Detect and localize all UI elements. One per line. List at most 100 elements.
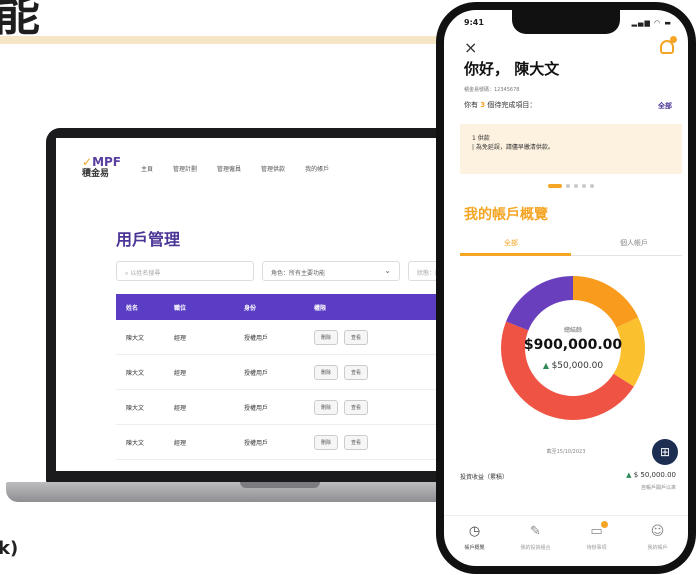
col-header-status[interactable]: 身份 [244, 303, 314, 312]
active-tab-indicator [460, 253, 571, 256]
bottom-nav-todo[interactable]: ▭ 待辦事項 [571, 521, 623, 566]
carousel-dot [574, 184, 578, 188]
cell-name: 陳大文 [126, 439, 145, 447]
bottom-nav-label: 我的帳戶 [647, 545, 668, 551]
cell-status: 授權用戶 [244, 334, 269, 342]
page-title: 用戶管理 [116, 230, 181, 249]
delete-button[interactable]: 刪除 [314, 399, 339, 415]
bottom-nav-label: 待辦事項 [586, 545, 607, 551]
balance-donut-chart: 總結餘 $900,000.00 ▲ $50,000.00 [498, 273, 648, 423]
table-row[interactable]: 陳大文 經理 授權用戶 刪除 查看 [116, 320, 466, 355]
returns-amount: $ 50,000.00 [633, 471, 676, 479]
view-button[interactable]: 查看 [344, 434, 369, 450]
search-input[interactable]: ⌕ 以姓名搜尋 [116, 261, 254, 281]
nav-link-home[interactable]: 主頁 [141, 164, 153, 173]
heading-underline [0, 36, 440, 44]
cell-role: 經理 [174, 404, 187, 412]
table-row[interactable]: 陳大文 經理 授權用戶 刪除 查看 [116, 425, 466, 460]
delete-button[interactable]: 刪除 [314, 364, 339, 380]
laptop-hinge [240, 482, 320, 488]
nav-link-employees[interactable]: 管理僱員 [217, 164, 241, 173]
document-icon: ▭ [590, 524, 603, 539]
cell-name: 陳大文 [126, 369, 145, 377]
cell-role: 經理 [174, 439, 187, 447]
logo-subtitle: 積金易 [82, 169, 110, 179]
total-balance: $900,000.00 [523, 337, 623, 353]
status-time: 9:41 [464, 18, 484, 27]
phone-notch [512, 10, 620, 34]
donut-slice-orange [573, 276, 639, 328]
pending-prefix: 你有 [464, 101, 478, 109]
up-arrow-icon: ▲ [626, 471, 634, 479]
greeting-title: 你好， 陳大文 [464, 60, 560, 78]
view-button[interactable]: 查看 [344, 364, 369, 380]
cell-status: 授權用戶 [244, 369, 269, 377]
view-button[interactable]: 查看 [344, 399, 369, 415]
phone-screen: 9:41 ▂▄▆ ◠ ▬ × 你好， 陳大文 積金易號碼：12345678 你有… [444, 10, 688, 566]
bottom-nav-portfolio[interactable]: ✎ 我的投資組合 [510, 524, 562, 566]
col-header-role[interactable]: 職位 [174, 303, 244, 312]
carousel-dot [590, 184, 594, 188]
role-filter-value: 角色：所有主要功能 [271, 270, 326, 277]
member-number: 積金易號碼：12345678 [464, 87, 520, 93]
clock-icon: ◷ [468, 524, 481, 539]
bottom-navigation: ◷ 帳戶概覽 ✎ 我的投資組合 ▭ 待辦事項 ☺ 我的帳戶 [444, 515, 688, 566]
carousel-dot-active [548, 184, 562, 188]
table-row[interactable]: 陳大文 經理 授權用戶 刪除 查看 [116, 355, 466, 390]
user-icon: ☺ [650, 524, 665, 539]
grid-icon: ⊞ [659, 445, 671, 459]
bell-icon[interactable] [660, 36, 677, 54]
col-header-name[interactable]: 姓名 [116, 303, 174, 312]
returns-subtext: 自帳戶開戶以來 [640, 485, 676, 491]
laptop-top-nav: ✓MPF 積金易 主頁 管理計劃 管理僱員 管理供款 我的帳戶 [56, 138, 466, 180]
account-tabs: 全部 個人帳戶 [460, 234, 682, 256]
carousel-dot [566, 184, 570, 188]
carousel-indicator[interactable] [548, 184, 594, 188]
mpf-logo[interactable]: ✓MPF 積金易 [82, 156, 121, 180]
grid-menu-button[interactable]: ⊞ [652, 439, 678, 465]
carousel-dot [582, 184, 586, 188]
laptop-frame: ✓MPF 積金易 主頁 管理計劃 管理僱員 管理供款 我的帳戶 用戶管理 ⌕ 以… [46, 128, 466, 486]
cell-role: 經理 [174, 369, 187, 377]
returns-label: 投資收益（累積） [460, 474, 509, 481]
bottom-nav-account[interactable]: ☺ 我的帳戶 [632, 524, 684, 566]
bottom-nav-overview[interactable]: ◷ 帳戶概覽 [449, 524, 501, 566]
close-icon[interactable]: × [464, 38, 477, 57]
edit-document-icon: ✎ [530, 524, 541, 539]
table-row[interactable]: 陳大文 經理 授權用戶 刪除 查看 [116, 390, 466, 425]
view-all-link[interactable]: 全部 [658, 101, 672, 111]
bottom-caption: k) [0, 538, 19, 559]
notice-line-1: 1 供款 [472, 135, 490, 142]
notice-line-2: | 為免延誤，請儘早繳清供款。 [472, 144, 554, 151]
role-filter-select[interactable]: 角色：所有主要功能 ⌄ [262, 261, 400, 281]
cell-status: 授權用戶 [244, 439, 269, 447]
pending-suffix: 個待完成項目： [487, 101, 537, 109]
nav-link-account[interactable]: 我的帳戶 [305, 164, 329, 173]
view-button[interactable]: 查看 [344, 329, 369, 345]
status-icons: ▂▄▆ ◠ ▬ [631, 19, 672, 27]
returns-value: ▲ $ 50,000.00 [626, 471, 676, 479]
cell-role: 經理 [174, 334, 187, 342]
delete-button[interactable]: 刪除 [314, 329, 339, 345]
screenshot-scene: 能 k) ✓MPF 積金易 主頁 管理計劃 管理僱員 管理供款 我的帳戶 用戶管… [0, 0, 699, 575]
tab-personal-account[interactable]: 個人帳戶 [620, 238, 648, 248]
phone-frame: 9:41 ▂▄▆ ◠ ▬ × 你好， 陳大文 積金易號碼：12345678 你有… [436, 2, 696, 574]
notice-card[interactable]: 1 供款 | 為免延誤，請儘早繳清供款。 [460, 124, 682, 174]
cell-name: 陳大文 [126, 334, 145, 342]
balance-change-value: $50,000.00 [551, 361, 604, 371]
donut-label: 總結餘 [563, 327, 582, 334]
bottom-nav-label: 帳戶概覽 [464, 545, 485, 551]
cell-name: 陳大文 [126, 404, 145, 412]
nav-link-contributions[interactable]: 管理供款 [261, 164, 285, 173]
donut-slice-purple [506, 276, 573, 331]
page-heading: 能 [0, 0, 41, 41]
delete-button[interactable]: 刪除 [314, 434, 339, 450]
pending-count: 3 [480, 101, 486, 109]
laptop-screen: ✓MPF 積金易 主頁 管理計劃 管理僱員 管理供款 我的帳戶 用戶管理 ⌕ 以… [56, 138, 466, 471]
nav-link-plans[interactable]: 管理計劃 [173, 164, 197, 173]
balance-change: ▲ $50,000.00 [498, 361, 648, 371]
overview-title: 我的帳戶概覽 [464, 207, 548, 223]
up-arrow-icon: ▲ [542, 361, 552, 370]
logo-text: MPF [92, 155, 121, 169]
tab-all[interactable]: 全部 [504, 238, 518, 248]
